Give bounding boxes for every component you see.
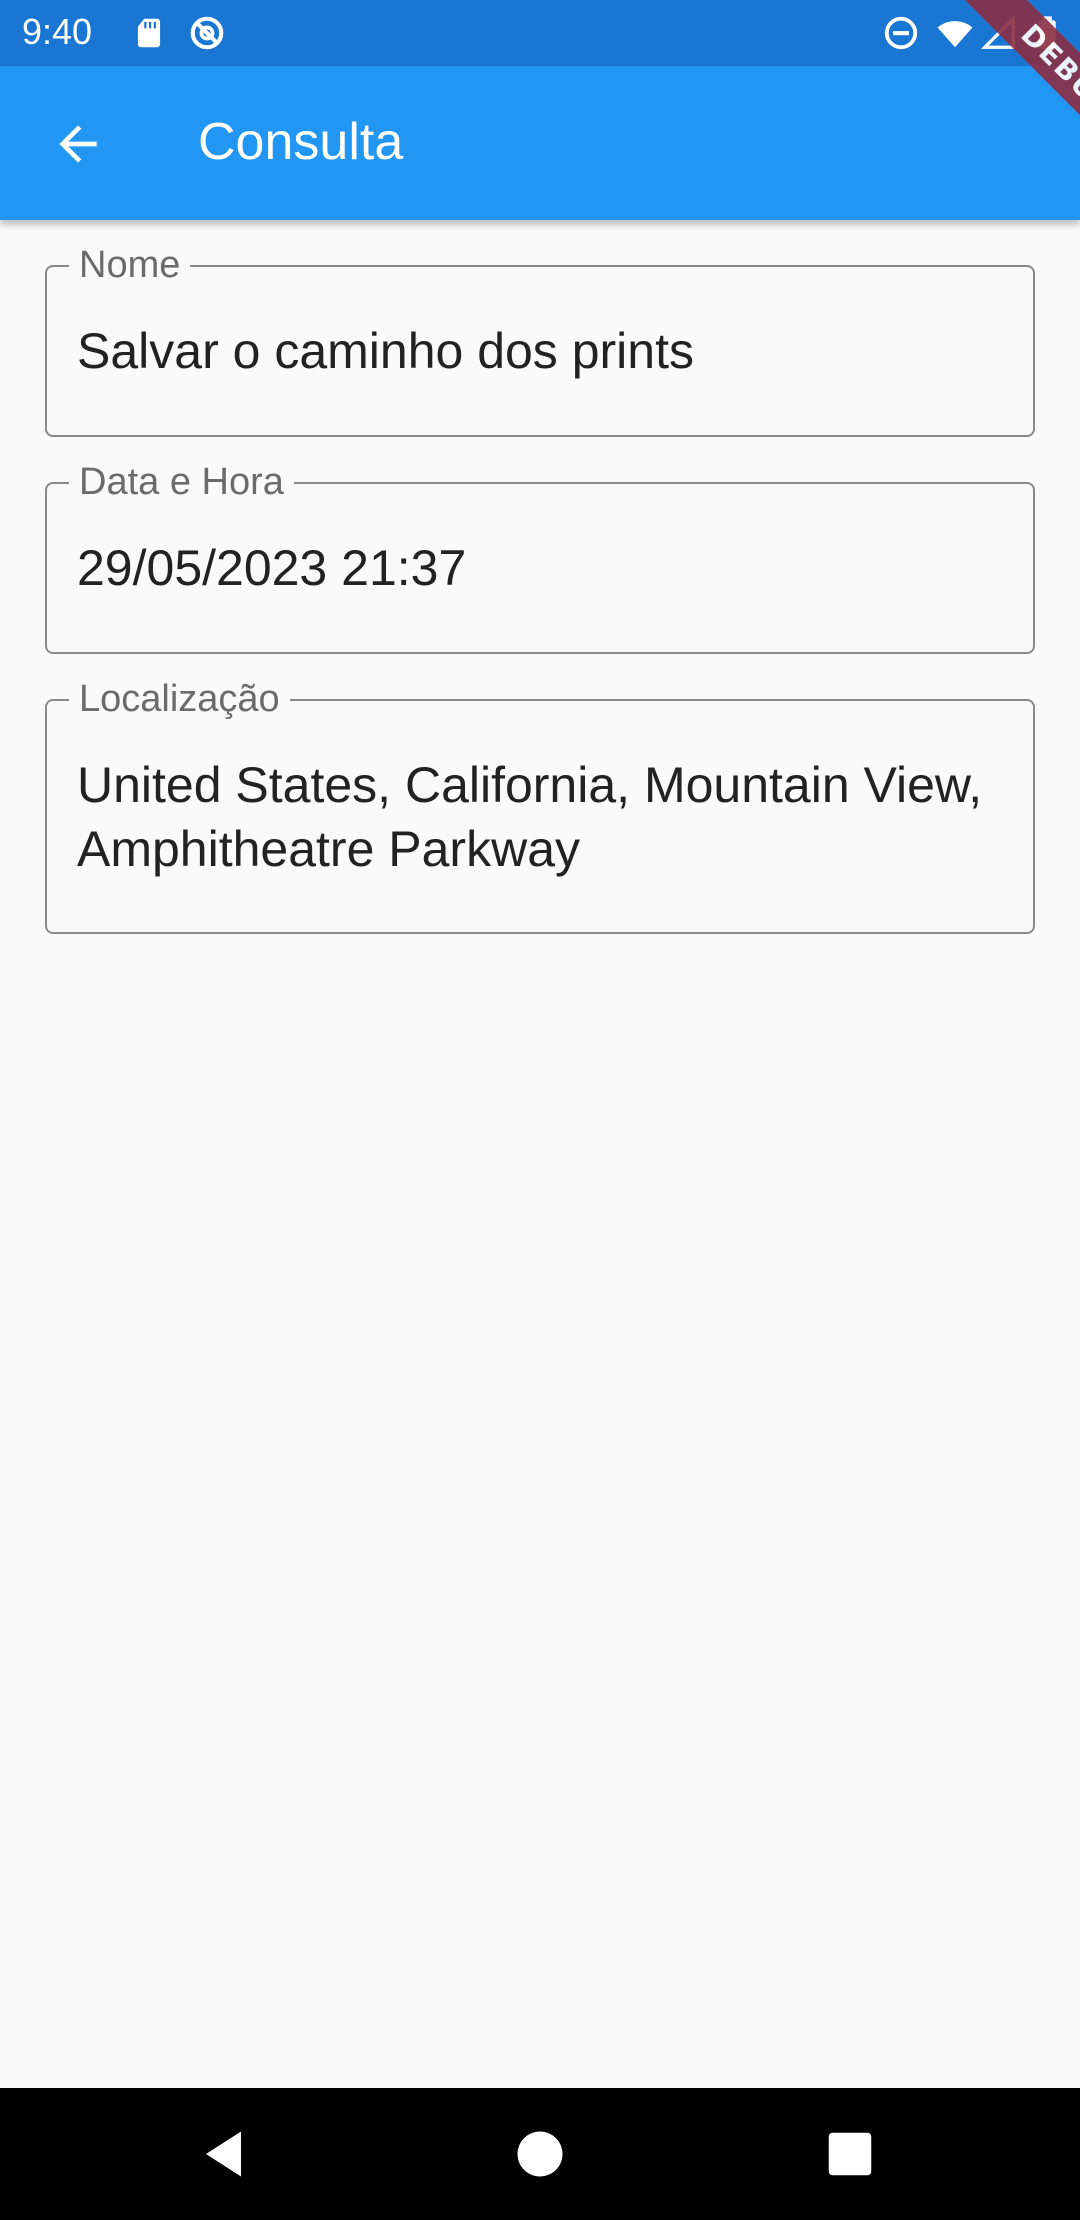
signal-icon [980, 14, 1015, 49]
status-time: 9:40 [22, 11, 93, 52]
status-bar: 9:40 [0, 0, 1080, 66]
nav-home-button[interactable] [500, 2114, 580, 2194]
datetime-field-label: Data e Hora [69, 462, 294, 502]
datetime-field[interactable]: Data e Hora 29/05/2023 21:37 [45, 462, 1035, 654]
nav-back-button[interactable] [186, 2114, 266, 2194]
page-title: Consulta [198, 113, 404, 171]
name-field[interactable]: Nome Salvar o caminho dos prints [45, 245, 1035, 437]
recents-square-icon [828, 2132, 872, 2176]
location-field-value: United States, California, Mountain View… [77, 757, 983, 877]
name-field-value: Salvar o caminho dos prints [77, 323, 694, 379]
navigation-bar [0, 2088, 1080, 2220]
location-field-label: Localização [69, 679, 290, 719]
no-sync-icon [190, 16, 224, 50]
home-circle-icon [517, 2131, 563, 2177]
app-bar: Consulta [0, 66, 1080, 220]
do-not-disturb-icon [884, 16, 918, 50]
name-field-label: Nome [69, 245, 191, 285]
sd-card-icon [137, 18, 161, 48]
datetime-field-value: 29/05/2023 21:37 [77, 540, 467, 596]
back-button[interactable] [36, 102, 120, 186]
arrow-back-icon [59, 125, 97, 163]
back-triangle-icon [206, 2131, 241, 2177]
battery-icon [1038, 16, 1056, 49]
nav-recents-button[interactable] [810, 2114, 890, 2194]
location-field[interactable]: Localização United States, California, M… [45, 679, 1035, 934]
wifi-icon [937, 21, 973, 48]
